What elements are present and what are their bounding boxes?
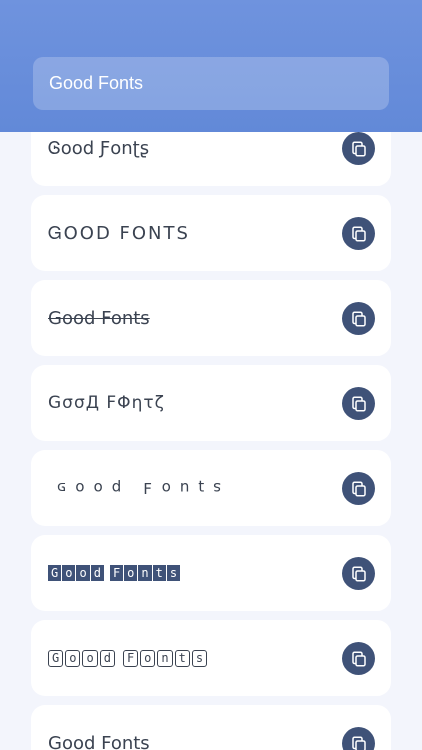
copy-icon [351,651,366,666]
copy-button[interactable] [342,132,375,165]
copy-icon [351,566,366,581]
copy-button[interactable] [342,727,375,750]
copy-icon [351,141,366,156]
copy-button[interactable] [342,387,375,420]
font-style-card[interactable]: sʇuoℲ pooפ [31,450,391,526]
copy-icon [351,311,366,326]
copy-icon [351,396,366,411]
font-style-text: ᏀOOD FONTS [48,222,190,244]
font-style-text: sʇuoℲ pooפ [48,450,221,526]
copy-button[interactable] [342,557,375,590]
font-style-text: Good Fonts [48,307,150,329]
copy-button[interactable] [342,642,375,675]
flipped-text: sʇuoℲ pooפ [48,479,222,497]
copy-button[interactable] [342,472,375,505]
font-style-text: GσσД FΦητζ [48,393,165,413]
font-style-text: Good Fonts [48,732,150,750]
font-style-text: GoodFonts [48,535,181,611]
font-style-card[interactable]: GoodFonts [31,620,391,696]
header: Good Fonts [0,0,422,132]
copy-button[interactable] [342,302,375,335]
copy-icon [351,226,366,241]
font-style-card[interactable]: GσσД FΦητζ [31,365,391,441]
font-style-card[interactable]: GoodFonts [31,535,391,611]
font-style-card[interactable]: ᏀOOD FONTS [31,195,391,271]
font-style-card[interactable]: Good Fonts [31,280,391,356]
copy-icon [351,736,366,750]
search-input[interactable]: Good Fonts [33,57,389,110]
copy-button[interactable] [342,217,375,250]
font-style-card[interactable]: Good Fonts [31,705,391,750]
font-style-text: GoodFonts [48,620,209,696]
copy-icon [351,481,366,496]
